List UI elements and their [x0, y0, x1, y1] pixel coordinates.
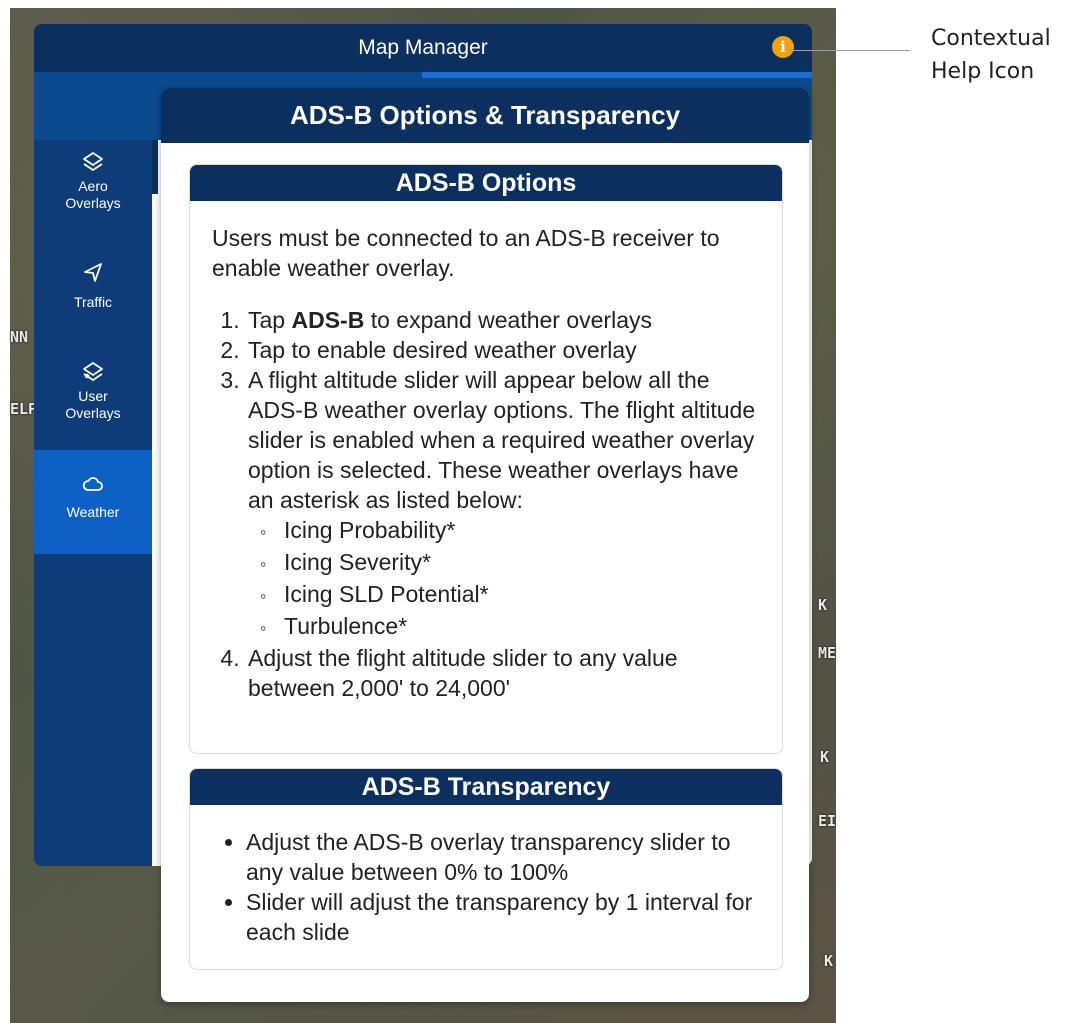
list-item: Slider will adjust the transparency by 1…: [246, 887, 760, 947]
map-label-fragment: NN: [10, 328, 29, 346]
asterisk-overlay-list: Icing Probability* Icing Severity* Icing…: [248, 515, 760, 643]
layers-icon: [83, 152, 103, 171]
sidebar-item-label: Weather: [66, 504, 120, 520]
list-item: Icing Severity*: [258, 547, 760, 579]
list-item: Adjust the ADS-B overlay transparency sl…: [246, 827, 760, 887]
sidebar-item-aero-overlays[interactable]: Aero Overlays: [34, 150, 152, 240]
step-item: A flight altitude slider will appear bel…: [246, 365, 760, 643]
active-tab-indicator: [422, 72, 812, 78]
callout-line: [790, 50, 910, 51]
bullets-list: Adjust the ADS-B overlay transparency sl…: [212, 827, 760, 947]
sidebar-item-weather[interactable]: Weather: [34, 450, 152, 554]
user-layers-icon: [83, 362, 103, 381]
sidebar-item-user-overlays[interactable]: User Overlays: [34, 360, 152, 460]
step-item: Tap ADS-B to expand weather overlays: [246, 305, 760, 335]
card-heading: ADS-B Transparency: [190, 769, 782, 805]
card-heading: ADS-B Options: [190, 165, 782, 201]
map-label-fragment: K: [824, 952, 834, 970]
cloud-icon: [82, 477, 103, 491]
list-item: Turbulence*: [258, 611, 760, 643]
callout-line-2: Help Icon: [931, 59, 1035, 84]
sidebar-item-label: Aero: [78, 178, 108, 194]
steps-list: Tap ADS-B to expand weather overlays Tap…: [212, 305, 760, 703]
help-dialog: ADS-B Options & Transparency ADS-B Optio…: [161, 88, 809, 1002]
sidebar-item-label: User: [78, 388, 108, 404]
step-text: to expand weather overlays: [364, 307, 652, 333]
map-label-fragment: K: [820, 748, 830, 766]
sidebar-item-label: Overlays: [65, 195, 121, 211]
step-text: A flight altitude slider will appear bel…: [248, 367, 756, 513]
help-dialog-title: ADS-B Options & Transparency: [161, 88, 809, 143]
map-manager-title: Map Manager: [358, 36, 488, 59]
step-item: Tap to enable desired weather overlay: [246, 335, 760, 365]
callout-label: Contextual Help Icon: [931, 22, 1051, 88]
list-item: Icing Probability*: [258, 515, 760, 547]
map-label-fragment: ME: [818, 644, 837, 662]
list-item: Icing SLD Potential*: [258, 579, 760, 611]
sidebar-item-traffic[interactable]: Traffic: [34, 260, 152, 340]
card-body: Adjust the ADS-B overlay transparency sl…: [190, 805, 782, 947]
card-body: Users must be connected to an ADS-B rece…: [190, 201, 782, 703]
map-manager-header: Map Manager i: [34, 24, 812, 72]
step-bold-text: ADS-B: [291, 307, 365, 333]
intro-text: Users must be connected to an ADS-B rece…: [212, 225, 720, 281]
ads-b-options-card: ADS-B Options Users must be connected to…: [189, 164, 783, 754]
sidebar-item-label: Overlays: [65, 405, 121, 421]
step-item: Adjust the flight altitude slider to any…: [246, 643, 760, 703]
ads-b-transparency-card: ADS-B Transparency Adjust the ADS-B over…: [189, 768, 783, 970]
map-manager-sidebar: Aero Overlays Traffic User Overlays Weat…: [34, 140, 152, 866]
step-text: Tap: [248, 307, 292, 333]
map-label-fragment: K: [818, 596, 828, 614]
callout-line-1: Contextual: [931, 26, 1051, 51]
map-label-fragment: EI: [818, 812, 837, 830]
navigation-arrow-icon: [84, 263, 102, 282]
content-accent-bar: [152, 140, 158, 194]
contextual-help-icon[interactable]: i: [772, 36, 794, 58]
sidebar-item-label: Traffic: [73, 294, 113, 310]
